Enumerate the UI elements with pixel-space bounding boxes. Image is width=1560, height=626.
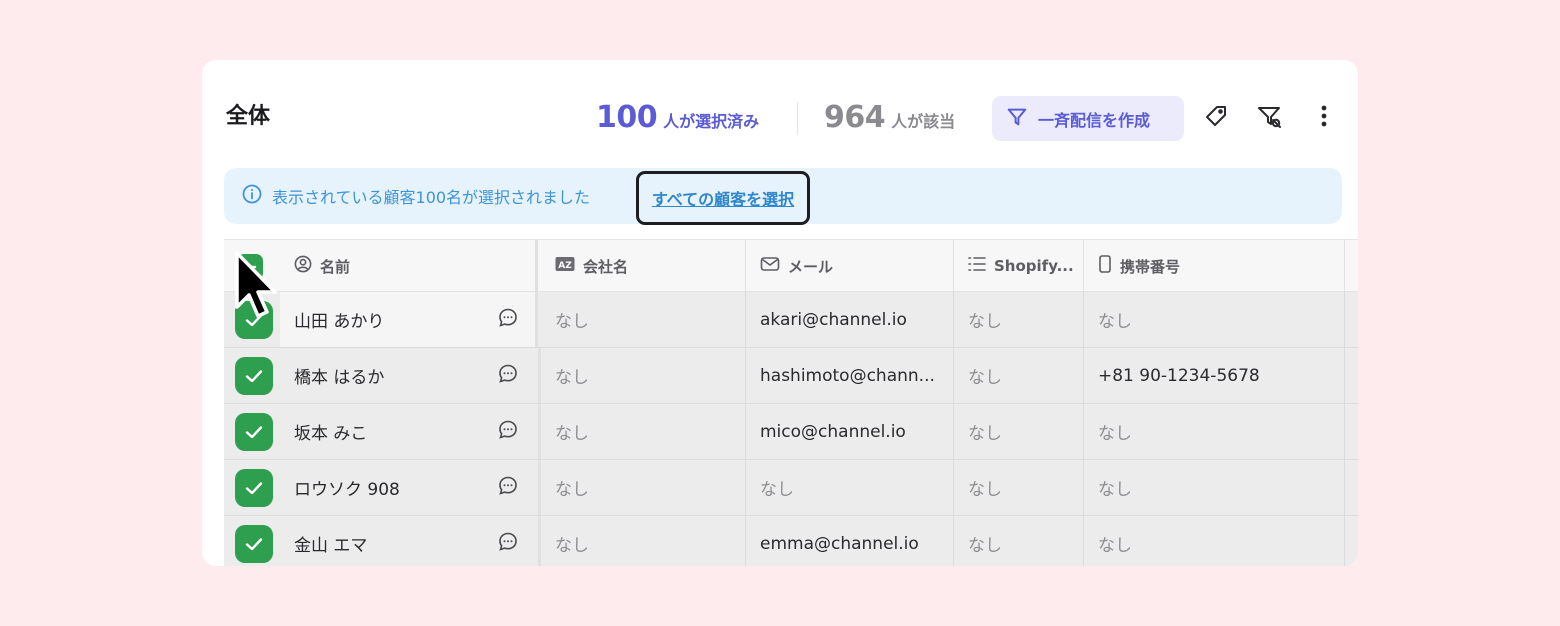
user-circle-icon: [294, 255, 312, 277]
column-header-name[interactable]: 名前: [280, 240, 538, 292]
customer-table: 名前 AZ 会社名 メール Shopify... 携帯番号 山田 あかり なし …: [224, 239, 1358, 566]
tag-icon: [1204, 104, 1228, 132]
chat-icon[interactable]: [498, 363, 518, 388]
column-header-shopify-label: Shopify...: [994, 257, 1074, 275]
header-divider: [797, 102, 798, 134]
mouse-cursor-icon: [232, 250, 278, 326]
send-icon: [1006, 106, 1028, 132]
svg-text:AZ: AZ: [558, 261, 572, 271]
matched-count: 964 人が該当: [824, 98, 955, 138]
filter-icon: [1257, 104, 1283, 132]
mobile-cell[interactable]: なし: [1084, 460, 1345, 515]
table-row[interactable]: 山田 あかり なし akari@channel.io なし なし: [224, 292, 1358, 348]
email-cell[interactable]: hashimoto@chann...: [746, 348, 954, 403]
mobile-cell[interactable]: なし: [1084, 516, 1345, 566]
column-header-email-label: メール: [788, 257, 834, 276]
company-cell[interactable]: なし: [541, 460, 746, 515]
selected-count: 100 人が選択済み: [596, 98, 759, 138]
email-cell[interactable]: なし: [746, 460, 954, 515]
table-row[interactable]: 金山 エマ なし emma@channel.io なし なし: [224, 516, 1358, 566]
selection-banner: 表示されている顧客100名が選択されました すべての顧客を選択: [224, 168, 1342, 225]
company-cell[interactable]: なし: [541, 348, 746, 403]
mobile-cell[interactable]: なし: [1084, 292, 1345, 347]
email-cell[interactable]: mico@channel.io: [746, 404, 954, 459]
selected-count-label: 人が選択済み: [663, 112, 760, 131]
az-icon: AZ: [555, 256, 575, 276]
matched-count-number: 964: [824, 100, 886, 135]
company-cell[interactable]: なし: [541, 404, 746, 459]
tag-button[interactable]: [1200, 102, 1232, 134]
chat-icon[interactable]: [498, 475, 518, 500]
email-cell[interactable]: emma@channel.io: [746, 516, 954, 566]
mobile-cell[interactable]: +81 90-1234-5678: [1084, 348, 1345, 403]
phone-icon: [1098, 255, 1112, 277]
customer-name: 橋本 はるか: [294, 368, 385, 388]
shopify-cell[interactable]: なし: [954, 292, 1084, 347]
shopify-cell[interactable]: なし: [954, 348, 1084, 403]
create-bulk-message-button[interactable]: 一斉配信を作成: [992, 96, 1184, 141]
email-cell[interactable]: akari@channel.io: [746, 292, 954, 347]
shopify-cell[interactable]: なし: [954, 516, 1084, 566]
customer-name: 坂本 みこ: [294, 424, 368, 444]
filter-button[interactable]: [1254, 102, 1286, 134]
column-header-company[interactable]: AZ 会社名: [541, 240, 746, 292]
matched-count-label: 人が該当: [891, 112, 956, 131]
column-header-mobile[interactable]: 携帯番号: [1084, 240, 1345, 292]
shopify-cell[interactable]: なし: [954, 460, 1084, 515]
table-row[interactable]: ロウソク 908 なし なし なし なし: [224, 460, 1358, 516]
shopify-cell[interactable]: なし: [954, 404, 1084, 459]
chat-icon[interactable]: [498, 419, 518, 444]
table-header: 名前 AZ 会社名 メール Shopify... 携帯番号: [224, 240, 1358, 292]
customer-list-card: 全体 100 人が選択済み 964 人が該当 一斉配信を作成 表示されている顧客…: [202, 60, 1358, 566]
chat-icon[interactable]: [498, 531, 518, 556]
name-cell[interactable]: 橋本 はるか: [224, 348, 541, 403]
name-cell[interactable]: ロウソク 908: [224, 460, 541, 515]
page-title: 全体: [226, 104, 271, 129]
list-icon: [968, 256, 986, 276]
mail-icon: [760, 256, 780, 276]
more-button[interactable]: [1308, 102, 1340, 134]
customer-name: 金山 エマ: [294, 536, 368, 556]
table-row[interactable]: 橋本 はるか なし hashimoto@chann... なし +81 90-1…: [224, 348, 1358, 404]
company-cell[interactable]: なし: [541, 516, 746, 566]
select-all-customers-link[interactable]: すべての顧客を選択: [636, 171, 810, 225]
customer-name: 山田 あかり: [294, 312, 385, 332]
column-header-email[interactable]: メール: [746, 240, 954, 292]
info-icon: [242, 184, 262, 208]
column-header-name-label: 名前: [320, 257, 351, 276]
selected-count-number: 100: [596, 100, 658, 135]
mobile-cell[interactable]: なし: [1084, 404, 1345, 459]
name-cell[interactable]: 金山 エマ: [224, 516, 541, 566]
chat-icon[interactable]: [498, 307, 518, 332]
more-vertical-icon: [1321, 104, 1327, 132]
column-header-shopify[interactable]: Shopify...: [954, 240, 1084, 292]
column-header-company-label: 会社名: [583, 257, 629, 276]
company-cell[interactable]: なし: [541, 292, 746, 347]
create-bulk-message-label: 一斉配信を作成: [1038, 110, 1151, 130]
selection-banner-message: 表示されている顧客100名が選択されました: [272, 188, 591, 207]
table-row[interactable]: 坂本 みこ なし mico@channel.io なし なし: [224, 404, 1358, 460]
customer-name: ロウソク 908: [294, 480, 400, 500]
name-cell[interactable]: 坂本 みこ: [224, 404, 541, 459]
column-header-mobile-label: 携帯番号: [1120, 257, 1181, 276]
